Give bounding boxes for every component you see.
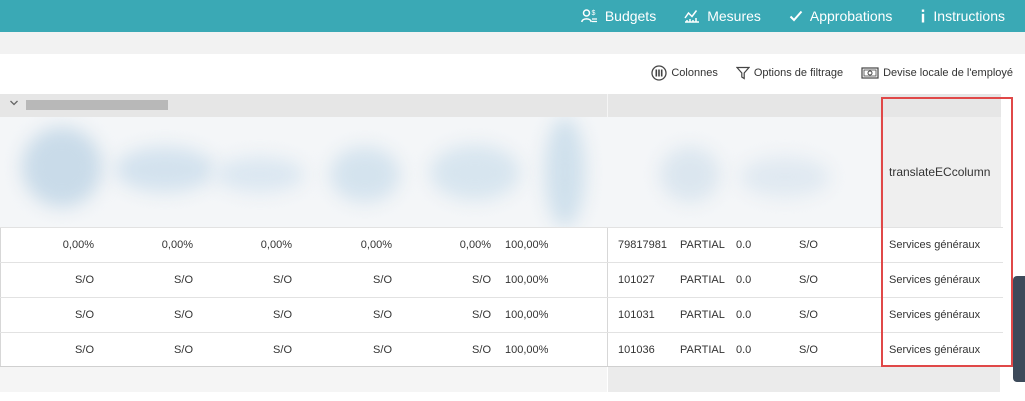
cell-p1: S/O: [75, 344, 94, 356]
cell-p3: S/O: [273, 274, 292, 286]
cell-total: 100,00%: [505, 274, 549, 286]
blur-blob: [115, 147, 215, 192]
cell-total: 100,00%: [505, 239, 549, 251]
cell-p1: S/O: [75, 274, 94, 286]
filter-options-button[interactable]: Options de filtrage: [735, 66, 844, 80]
cell-dept: Services généraux: [889, 274, 981, 286]
nav-mesures[interactable]: Mesures: [684, 8, 761, 24]
row-border: [0, 333, 1, 366]
row-divider: [607, 333, 608, 366]
chart-icon: [684, 10, 700, 23]
nav-budgets[interactable]: $ Budgets: [580, 8, 657, 24]
columns-icon: [651, 65, 667, 81]
table-row[interactable]: 0,00% 0,00% 0,00% 0,00% 0,00% 100,00% 79…: [0, 227, 1003, 262]
grid-footer-left: [0, 367, 607, 392]
cell-p5: S/O: [472, 309, 491, 321]
chevron-down-icon[interactable]: [9, 99, 19, 107]
filter-icon: [735, 66, 750, 80]
row-divider: [607, 228, 608, 262]
local-currency-label: Devise locale de l'employé: [883, 67, 1013, 79]
info-icon: [922, 9, 925, 23]
cell-value: 0.0: [736, 309, 752, 321]
blur-blob: [740, 157, 830, 197]
cell-p5: S/O: [472, 344, 491, 356]
nav-budgets-label: Budgets: [604, 8, 657, 24]
nav-mesures-label: Mesures: [707, 8, 761, 24]
row-border: [0, 263, 1, 297]
nav-approbations-label: Approbations: [809, 8, 893, 24]
column-header-label: translateECcolumn: [889, 165, 991, 179]
cell-p3: 0,00%: [260, 239, 292, 251]
cell-id: 101031: [618, 309, 655, 321]
cell-id: 101027: [618, 274, 655, 286]
table-row[interactable]: S/O S/O S/O S/O S/O 100,00% 101027 PARTI…: [0, 262, 1003, 297]
side-panel-handle[interactable]: [1013, 276, 1025, 382]
group-title-redacted: [26, 100, 168, 110]
filter-options-label: Options de filtrage: [753, 67, 844, 79]
table-row[interactable]: S/O S/O S/O S/O S/O 100,00% 101036 PARTI…: [0, 332, 1003, 367]
cell-dept: Services généraux: [889, 239, 981, 251]
currency-icon: [861, 67, 879, 79]
blur-blob: [330, 147, 400, 202]
row-border: [0, 298, 1, 332]
cell-so: S/O: [799, 309, 818, 321]
top-nav: $ Budgets Mesures Approbations Instructi…: [580, 0, 1005, 32]
row-divider: [607, 263, 608, 297]
user-budget-icon: $: [580, 9, 597, 23]
cell-p3: S/O: [273, 344, 292, 356]
nav-approbations[interactable]: Approbations: [789, 8, 893, 24]
cell-status: PARTIAL: [680, 239, 725, 251]
cell-dept: Services généraux: [889, 309, 981, 321]
cell-value: 0.0: [736, 344, 752, 356]
cell-p5: S/O: [472, 274, 491, 286]
nav-instructions-label: Instructions: [933, 8, 1005, 24]
cell-p4: S/O: [373, 344, 392, 356]
blur-blob: [215, 157, 305, 192]
cell-value: 0.0: [736, 274, 752, 286]
cell-p1: S/O: [75, 309, 94, 321]
cell-status: PARTIAL: [680, 344, 725, 356]
local-currency-button[interactable]: Devise locale de l'employé: [861, 66, 1013, 80]
cell-p3: S/O: [273, 309, 292, 321]
data-table: 0,00% 0,00% 0,00% 0,00% 0,00% 100,00% 79…: [0, 227, 1003, 367]
grid-toolbar: Colonnes Options de filtrage Devise loca…: [651, 63, 1013, 83]
cell-id: 101036: [618, 344, 655, 356]
row-divider: [607, 298, 608, 332]
cell-status: PARTIAL: [680, 274, 725, 286]
top-bar: $ Budgets Mesures Approbations Instructi…: [0, 0, 1025, 32]
svg-text:$: $: [591, 10, 595, 17]
blur-blob: [430, 145, 520, 200]
cell-so: S/O: [799, 344, 818, 356]
cell-total: 100,00%: [505, 344, 549, 356]
sub-header-band: [0, 32, 1025, 54]
cell-so: S/O: [799, 239, 818, 251]
nav-instructions[interactable]: Instructions: [920, 8, 1005, 24]
cell-p1: 0,00%: [62, 239, 94, 251]
table-row[interactable]: S/O S/O S/O S/O S/O 100,00% 101031 PARTI…: [0, 297, 1003, 332]
cell-so: S/O: [799, 274, 818, 286]
cell-p2: S/O: [174, 274, 193, 286]
cell-id: 79817981: [618, 239, 667, 251]
blur-blob: [545, 117, 585, 227]
cell-p4: S/O: [373, 309, 392, 321]
columns-button[interactable]: Colonnes: [651, 65, 718, 81]
blurred-column-headers: [0, 117, 1001, 227]
blur-blob: [660, 147, 720, 202]
cell-dept: Services généraux: [889, 344, 981, 356]
cell-status: PARTIAL: [680, 309, 725, 321]
check-icon: [789, 10, 803, 22]
cell-p2: S/O: [174, 309, 193, 321]
row-border: [0, 228, 1, 262]
header-divider: [607, 94, 608, 117]
grid-footer-right: [608, 367, 1000, 392]
blur-blob: [22, 127, 102, 207]
cell-p2: S/O: [174, 344, 193, 356]
cell-p4: S/O: [373, 274, 392, 286]
cell-p5: 0,00%: [459, 239, 491, 251]
cell-p4: 0,00%: [360, 239, 392, 251]
cell-p2: 0,00%: [161, 239, 193, 251]
cell-value: 0.0: [736, 239, 752, 251]
cell-total: 100,00%: [505, 309, 549, 321]
columns-label: Colonnes: [671, 67, 718, 79]
